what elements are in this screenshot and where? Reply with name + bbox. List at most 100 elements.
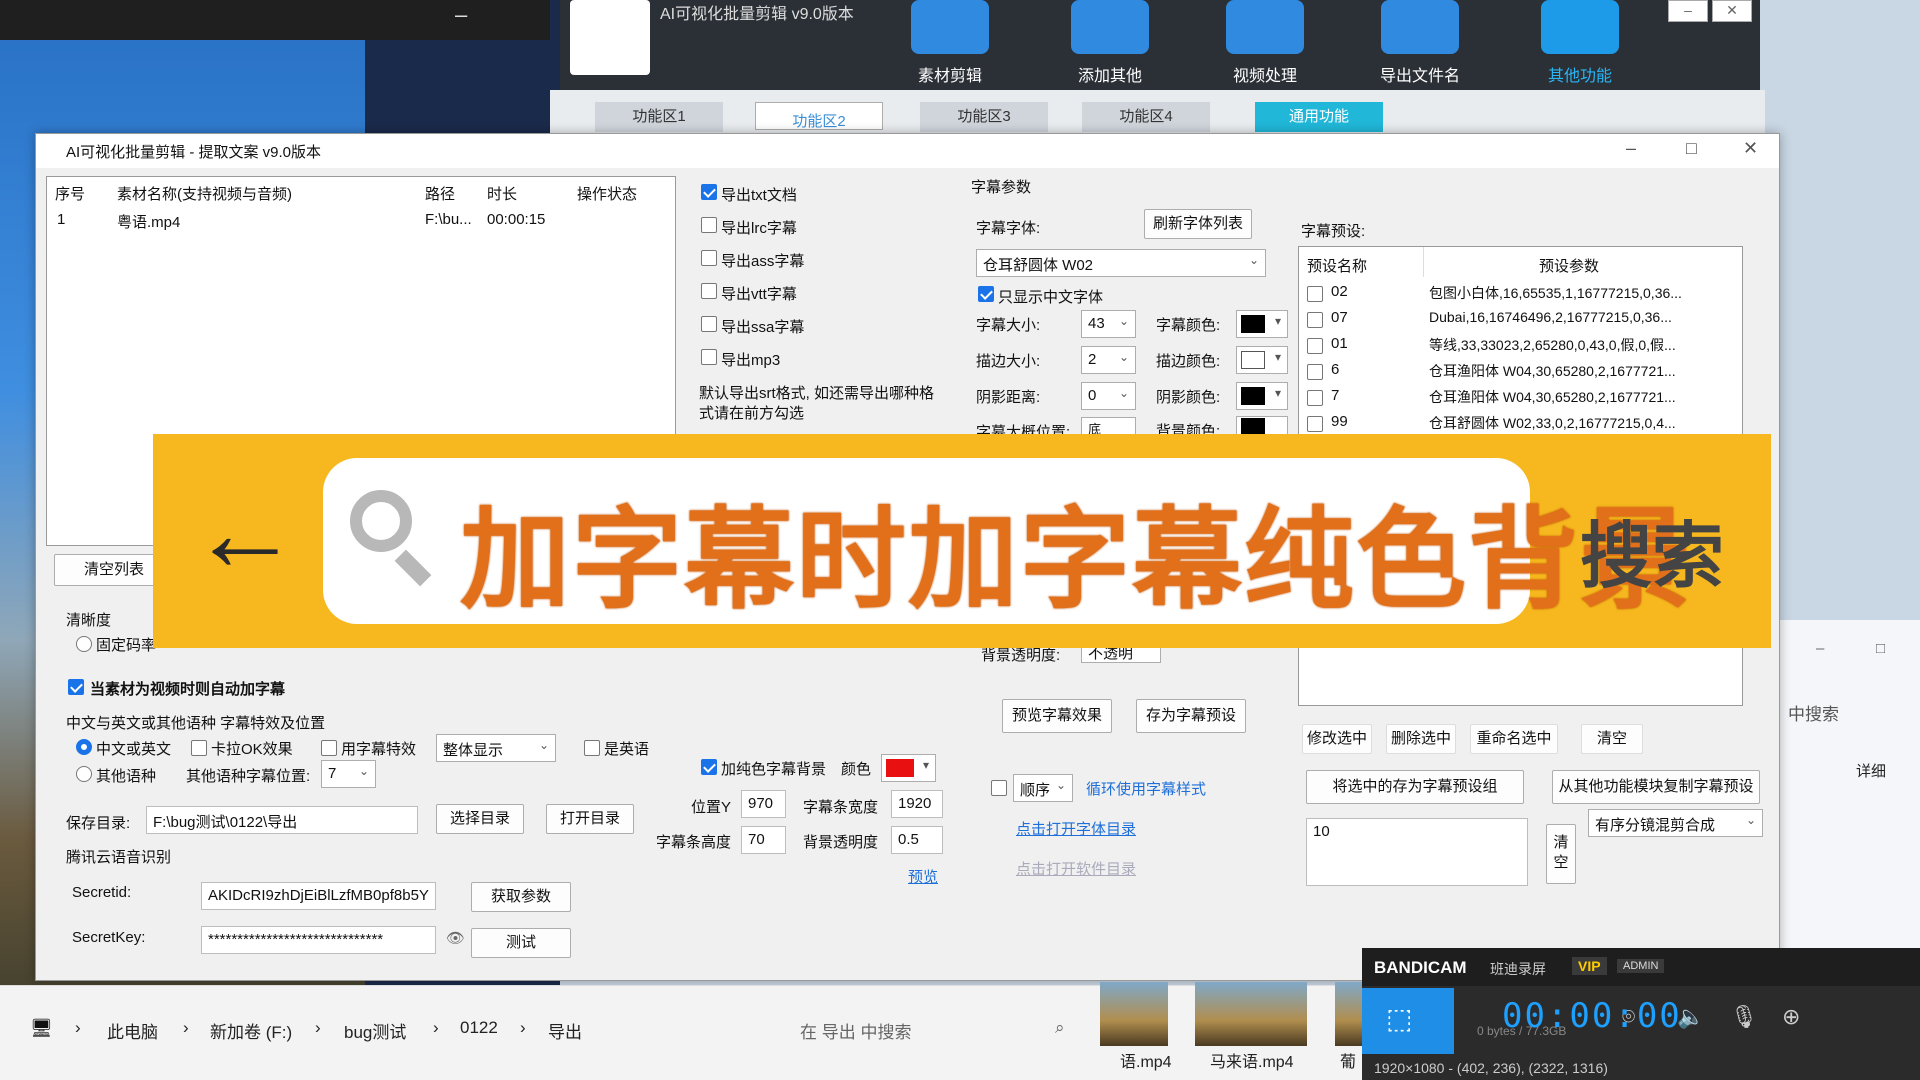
- sub-color-picker[interactable]: ▾: [1236, 310, 1288, 338]
- preset-checkbox[interactable]: [1307, 286, 1323, 302]
- secretkey-input[interactable]: ******************************: [201, 926, 436, 954]
- export-ssa-checkbox[interactable]: [701, 316, 717, 332]
- video-thumbnail[interactable]: [1335, 982, 1363, 1046]
- pos-y-input[interactable]: 970: [741, 790, 786, 818]
- preset-name[interactable]: 07: [1331, 309, 1348, 326]
- choose-dir-button[interactable]: 选择目录: [436, 804, 524, 834]
- test-button[interactable]: 测试: [471, 928, 571, 958]
- preset-group-textarea[interactable]: 10: [1306, 818, 1528, 886]
- fixed-bitrate-radio[interactable]: [76, 636, 92, 652]
- tab-general[interactable]: 通用功能: [1255, 102, 1383, 132]
- bar-width-input[interactable]: 1920: [891, 790, 943, 818]
- preset-checkbox[interactable]: [1307, 338, 1323, 354]
- stroke-select[interactable]: 2 ⌄: [1081, 346, 1136, 374]
- maximize-icon[interactable]: □: [1686, 138, 1697, 159]
- file-name[interactable]: 马来语.mp4: [1210, 1048, 1294, 1072]
- preset-params[interactable]: 仓耳舒圆体 W02,33,0,2,16777215,0,4...: [1429, 413, 1676, 433]
- bg-color-select[interactable]: [1236, 416, 1288, 436]
- crumb-drive[interactable]: 新加卷 (F:): [210, 1018, 292, 1043]
- crumb-this-pc[interactable]: 此电脑: [107, 1018, 158, 1043]
- save-preset-button[interactable]: 存为字幕预设: [1136, 699, 1246, 733]
- preview-effect-button[interactable]: 预览字幕效果: [1002, 699, 1112, 733]
- preset-name[interactable]: 01: [1331, 335, 1348, 352]
- open-soft-dir-link[interactable]: 点击打开软件目录: [1016, 858, 1136, 879]
- preset-col-params[interactable]: 预设参数: [1539, 255, 1599, 276]
- only-cn-checkbox[interactable]: [978, 286, 994, 302]
- pure-bg-checkbox[interactable]: [701, 759, 717, 775]
- explorer-search[interactable]: 在 导出 中搜索: [800, 1018, 911, 1043]
- order-checkbox[interactable]: [991, 780, 1007, 796]
- preset-params[interactable]: 仓耳渔阳体 W04,30,65280,2,1677721...: [1429, 387, 1676, 407]
- preset-params[interactable]: 等线,33,33023,2,65280,0,43,0,假,0,假...: [1429, 335, 1676, 355]
- minimize-icon[interactable]: –: [1816, 640, 1824, 657]
- stroke-color-picker[interactable]: ▾: [1236, 346, 1288, 374]
- computer-icon[interactable]: 🖥: [30, 1018, 53, 1039]
- file-name[interactable]: 语.mp4: [1120, 1048, 1172, 1072]
- row-duration[interactable]: 00:00:15: [487, 211, 545, 228]
- display-mode-select[interactable]: 整体显示 ⌄: [436, 734, 556, 762]
- export-lrc-checkbox[interactable]: [701, 217, 717, 233]
- search-icon[interactable]: ⌕: [1055, 1018, 1065, 1038]
- close-icon[interactable]: ✕: [1712, 0, 1752, 22]
- preset-checkbox[interactable]: [1307, 416, 1323, 432]
- preset-checkbox[interactable]: [1307, 390, 1323, 406]
- toolbar-material-edit[interactable]: 素材剪辑: [890, 0, 1010, 86]
- size-select[interactable]: 43 ⌄: [1081, 310, 1136, 338]
- search-button[interactable]: 搜索: [1580, 497, 1724, 602]
- row-path[interactable]: F:\bu...: [425, 211, 472, 228]
- export-vtt-checkbox[interactable]: [701, 283, 717, 299]
- crumb-bugtest[interactable]: bug测试: [344, 1018, 406, 1043]
- mic-icon[interactable]: 🎙: [1730, 1004, 1758, 1030]
- details-label[interactable]: 详细: [1856, 760, 1886, 781]
- eye-icon[interactable]: 👁: [446, 929, 465, 947]
- auto-subtitle-checkbox[interactable]: [68, 679, 84, 695]
- video-thumbnail[interactable]: [1195, 982, 1307, 1046]
- close-icon[interactable]: ✕: [1743, 138, 1758, 159]
- open-dir-button[interactable]: 打开目录: [546, 804, 634, 834]
- order-select[interactable]: 顺序 ⌄: [1013, 774, 1073, 802]
- shadow-color-picker[interactable]: ▾: [1236, 382, 1288, 410]
- get-params-button[interactable]: 获取参数: [471, 882, 571, 912]
- tab-area1[interactable]: 功能区1: [595, 102, 723, 132]
- back-arrow-icon[interactable]: ←: [190, 478, 300, 588]
- bg-opacity-input[interactable]: 0.5: [891, 826, 943, 854]
- toolbar-add-other[interactable]: 添加其他: [1050, 0, 1170, 86]
- video-thumbnail[interactable]: [1100, 982, 1168, 1046]
- tab-area4[interactable]: 功能区4: [1082, 102, 1210, 132]
- minimize-icon[interactable]: –: [1626, 138, 1636, 159]
- export-mp3-checkbox[interactable]: [701, 349, 717, 365]
- bg-color-picker[interactable]: ▾: [881, 754, 936, 782]
- other-lang-radio[interactable]: [76, 766, 92, 782]
- copy-from-button[interactable]: 从其他功能模块复制字幕预设: [1552, 770, 1760, 804]
- col-name[interactable]: 素材名称(支持视频与音频): [117, 183, 292, 204]
- karaoke-checkbox[interactable]: [191, 740, 207, 756]
- toolbar-other-functions[interactable]: 其他功能: [1520, 0, 1640, 86]
- minimize-icon[interactable]: –: [1668, 0, 1708, 22]
- shadow-select[interactable]: 0 ⌄: [1081, 382, 1136, 410]
- maximize-icon[interactable]: □: [1876, 640, 1885, 657]
- open-font-dir-link[interactable]: 点击打开字体目录: [1016, 818, 1136, 839]
- zh-en-radio[interactable]: [76, 739, 92, 755]
- preset-name[interactable]: 02: [1331, 283, 1348, 300]
- loop-style-label[interactable]: 循环使用字幕样式: [1086, 778, 1206, 799]
- save-group-button[interactable]: 将选中的存为字幕预设组: [1306, 770, 1524, 804]
- font-select[interactable]: 仓耳舒圆体 W02 ⌄: [976, 249, 1266, 277]
- cursor-icon[interactable]: ⊕: [1782, 1004, 1800, 1030]
- rename-preset-button[interactable]: 重命名选中: [1470, 724, 1558, 754]
- save-dir-input[interactable]: F:\bug测试\0122\导出: [146, 806, 418, 834]
- minimize-icon[interactable]: –: [455, 2, 467, 28]
- bar-height-input[interactable]: 70: [741, 826, 786, 854]
- preset-name[interactable]: 99: [1331, 413, 1348, 430]
- tab-area2[interactable]: 功能区2: [755, 102, 883, 130]
- crumb-0122[interactable]: 0122: [460, 1018, 498, 1038]
- preset-checkbox[interactable]: [1307, 312, 1323, 328]
- tab-area3[interactable]: 功能区3: [920, 102, 1048, 132]
- preset-params[interactable]: 仓耳渔阳体 W04,30,65280,2,1677721...: [1429, 361, 1676, 381]
- other-pos-select[interactable]: 7 ⌄: [321, 760, 376, 788]
- col-duration[interactable]: 时长: [487, 183, 517, 204]
- preset-params[interactable]: 包图小白体,16,65535,1,16777215,0,36...: [1429, 283, 1682, 303]
- row-index[interactable]: 1: [57, 211, 65, 228]
- use-effect-checkbox[interactable]: [321, 740, 337, 756]
- modify-preset-button[interactable]: 修改选中: [1302, 724, 1372, 754]
- refresh-fonts-button[interactable]: 刷新字体列表: [1144, 209, 1252, 239]
